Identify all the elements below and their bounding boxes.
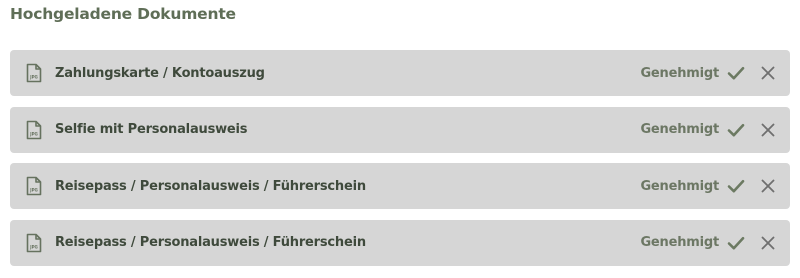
svg-text:JPG: JPG — [29, 244, 38, 249]
document-name: Reisepass / Personalausweis / Führersche… — [55, 235, 366, 250]
remove-document-button[interactable] — [756, 118, 780, 142]
remove-document-button[interactable] — [756, 61, 780, 85]
jpg-file-icon: JPG — [26, 63, 42, 83]
document-row[interactable]: JPG Zahlungskarte / Kontoauszug Genehmig… — [10, 50, 790, 96]
check-icon — [727, 234, 745, 252]
document-list: JPG Zahlungskarte / Kontoauszug Genehmig… — [10, 50, 790, 276]
check-icon — [727, 177, 745, 195]
status-label: Genehmigt — [640, 65, 719, 81]
status-label: Genehmigt — [640, 122, 719, 137]
status-label: Genehmigt — [640, 235, 719, 250]
svg-text:JPG: JPG — [29, 188, 38, 193]
document-row[interactable]: JPG Selfie mit Personalausweis Genehmigt — [10, 106, 790, 153]
check-icon — [727, 64, 745, 82]
svg-text:JPG: JPG — [29, 75, 38, 80]
document-row[interactable]: JPG Reisepass / Personalausweis / Führer… — [10, 163, 790, 209]
jpg-file-icon: JPG — [26, 176, 42, 196]
check-icon — [727, 121, 745, 139]
section-title: Hochgeladene Dokumente — [10, 5, 236, 23]
document-name: Reisepass / Personalausweis / Führersche… — [55, 178, 366, 194]
svg-text:JPG: JPG — [29, 131, 38, 136]
document-row[interactable]: JPG Reisepass / Personalausweis / Führer… — [10, 219, 790, 266]
remove-document-button[interactable] — [756, 231, 780, 255]
jpg-file-icon: JPG — [26, 120, 42, 140]
document-name: Zahlungskarte / Kontoauszug — [55, 65, 265, 81]
jpg-file-icon: JPG — [26, 233, 42, 253]
document-name: Selfie mit Personalausweis — [55, 122, 248, 137]
close-icon — [761, 236, 775, 249]
close-icon — [761, 66, 775, 80]
close-icon — [761, 179, 775, 193]
remove-document-button[interactable] — [756, 174, 780, 198]
close-icon — [761, 123, 775, 136]
status-label: Genehmigt — [640, 178, 719, 194]
